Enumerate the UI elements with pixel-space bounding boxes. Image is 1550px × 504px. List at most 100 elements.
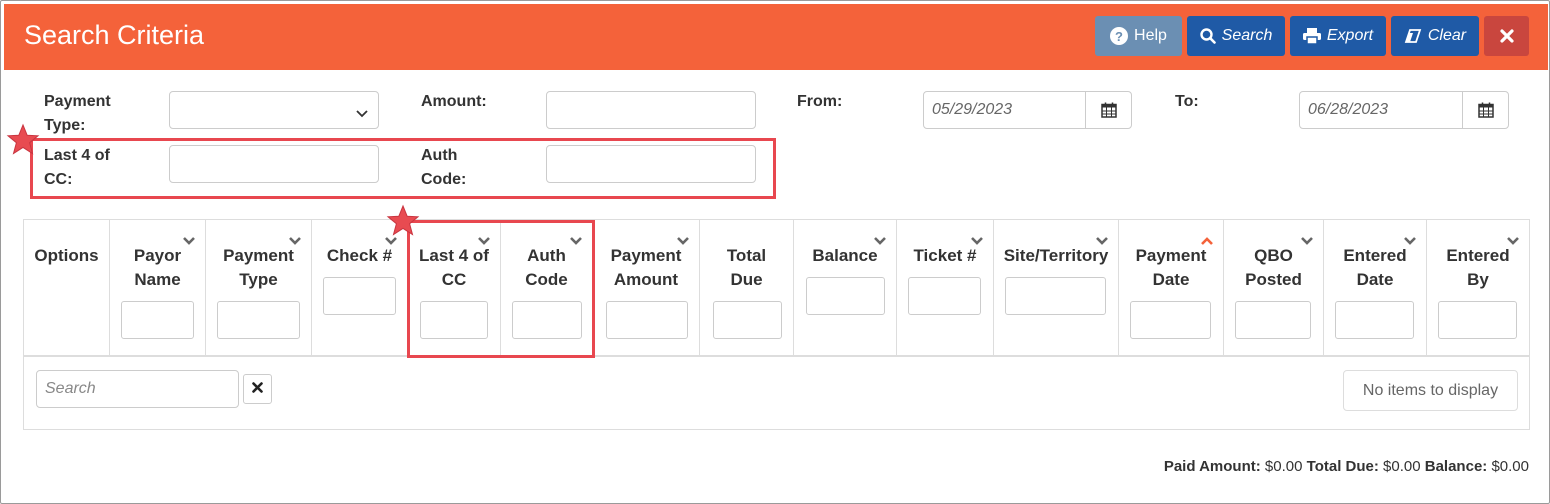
chevron-down-icon (356, 105, 368, 123)
no-items-message: No items to display (1343, 370, 1518, 411)
column-filter-input[interactable] (1130, 301, 1211, 339)
grid-search-input[interactable]: Search (36, 370, 239, 408)
search-icon (1199, 28, 1216, 44)
question-circle-icon: ? (1110, 27, 1129, 45)
amount-input[interactable] (546, 91, 756, 129)
paid-amount-label: Paid Amount: (1163, 458, 1261, 475)
to-date-input[interactable]: 06/28/2023 (1299, 91, 1509, 129)
grid-column-header[interactable]: Payment Amount (593, 220, 700, 357)
column-title: Options (24, 244, 109, 268)
highlight-box-columns (407, 220, 595, 358)
column-filter-input[interactable] (1005, 277, 1106, 315)
grid-column-header[interactable]: Entered By (1427, 220, 1529, 357)
grid-column-header[interactable]: Total Due (700, 220, 794, 357)
column-title: Payment Type (206, 244, 311, 292)
chevron-down-icon[interactable] (1095, 233, 1109, 251)
export-button[interactable]: Export (1290, 16, 1386, 56)
total-due-label: Total Due: (1306, 458, 1379, 475)
column-title-line1: Total (726, 246, 767, 265)
payment-type-label-line2: Type: (44, 117, 86, 134)
balance-value: $0.00 (1491, 458, 1529, 475)
grid-column-header[interactable]: Payment Date (1119, 220, 1224, 357)
column-title-line2: Type (239, 270, 278, 289)
svg-text:?: ? (1115, 29, 1123, 44)
help-label: Help (1134, 27, 1167, 44)
grid-column-header[interactable]: Payment Type (206, 220, 312, 357)
paid-amount-value: $0.00 (1264, 458, 1303, 475)
column-title-line2: Posted (1245, 270, 1302, 289)
grid-column-header[interactable]: QBO Posted (1224, 220, 1324, 357)
amount-label: Amount: (421, 93, 487, 110)
calendar-icon[interactable] (1085, 92, 1131, 128)
column-title: Payor Name (110, 244, 205, 292)
total-due-value: $0.00 (1383, 458, 1421, 475)
chevron-down-icon[interactable] (288, 233, 302, 251)
column-title-line2: Amount (613, 270, 679, 289)
search-criteria-window: Search Criteria ? Help Search Export Cle… (0, 0, 1550, 504)
payments-grid: Options Payor Name Payment Type Check # Last 4… (23, 219, 1530, 430)
eraser-icon (1404, 29, 1422, 43)
column-title: Total Due (700, 244, 793, 292)
column-title-line2: Name (134, 270, 181, 289)
column-filter-input[interactable] (217, 301, 300, 339)
column-title-line1: Options (34, 246, 99, 265)
payment-type-label: Payment Type: (44, 90, 111, 138)
clear-button[interactable]: Clear (1391, 16, 1479, 56)
chevron-down-icon[interactable] (873, 233, 887, 251)
payment-type-label-line1: Payment (44, 93, 111, 110)
column-title: Payment Date (1119, 244, 1223, 292)
search-label: Search (1221, 27, 1273, 44)
from-date-value: 05/29/2023 (932, 101, 1013, 118)
column-filter-input[interactable] (806, 277, 885, 315)
column-title: Entered Date (1324, 244, 1426, 292)
chevron-down-icon[interactable] (1403, 233, 1417, 251)
grid-column-header[interactable]: Check # (312, 220, 408, 357)
from-date-input[interactable]: 05/29/2023 (923, 91, 1132, 129)
to-date-value: 06/28/2023 (1308, 101, 1389, 118)
column-title-line2: Due (730, 270, 763, 289)
from-label: From: (797, 93, 843, 110)
grid-search-placeholder: Search (45, 380, 96, 397)
chevron-down-icon[interactable] (1506, 233, 1520, 251)
column-filter-input[interactable] (1438, 301, 1517, 339)
column-title: Payment Amount (593, 244, 699, 292)
grid-column-header[interactable]: Ticket # (897, 220, 994, 357)
column-title-line2: By (1467, 270, 1489, 289)
payment-type-select[interactable] (169, 91, 379, 129)
grid-header: Options Payor Name Payment Type Check # Last 4… (24, 220, 1529, 357)
column-filter-input[interactable] (323, 277, 396, 315)
grid-column-header[interactable]: Site/Territory (994, 220, 1119, 357)
column-filter-input[interactable] (908, 277, 981, 315)
chevron-down-icon[interactable] (676, 233, 690, 251)
grid-column-header[interactable]: Balance (794, 220, 897, 357)
page-title: Search Criteria (24, 20, 205, 50)
export-label: Export (1326, 27, 1374, 44)
help-button[interactable]: ? Help (1095, 16, 1182, 56)
calendar-icon[interactable] (1462, 92, 1508, 128)
chevron-down-icon[interactable] (182, 233, 196, 251)
chevron-down-icon[interactable] (1300, 233, 1314, 251)
close-button[interactable] (1484, 16, 1529, 56)
column-title-line2: Date (1356, 270, 1394, 289)
column-filter-input[interactable] (1335, 301, 1414, 339)
grid-column-header[interactable]: Payor Name (110, 220, 206, 357)
grid-column-header[interactable]: Options (24, 220, 110, 357)
column-filter-input[interactable] (713, 301, 782, 339)
column-filter-input[interactable] (1235, 301, 1311, 339)
totals-summary: Paid Amount: $0.00 Total Due: $0.00 Bala… (1164, 458, 1529, 475)
balance-label: Balance: (1424, 458, 1488, 475)
chevron-down-icon[interactable] (970, 233, 984, 251)
column-filter-input[interactable] (121, 301, 194, 339)
sort-ascending-icon[interactable] (1200, 233, 1214, 251)
column-title: QBO Posted (1224, 244, 1323, 292)
column-title-line2: Date (1152, 270, 1190, 289)
clear-search-button[interactable] (243, 374, 272, 404)
column-filter-input[interactable] (606, 301, 688, 339)
grid-column-header[interactable]: Entered Date (1324, 220, 1427, 357)
star-marker-icon (386, 204, 420, 236)
clear-label: Clear (1427, 27, 1467, 44)
star-marker-icon (6, 123, 40, 155)
close-icon (1499, 29, 1514, 43)
highlight-box-criteria (30, 138, 776, 199)
search-button[interactable]: Search (1187, 16, 1285, 56)
